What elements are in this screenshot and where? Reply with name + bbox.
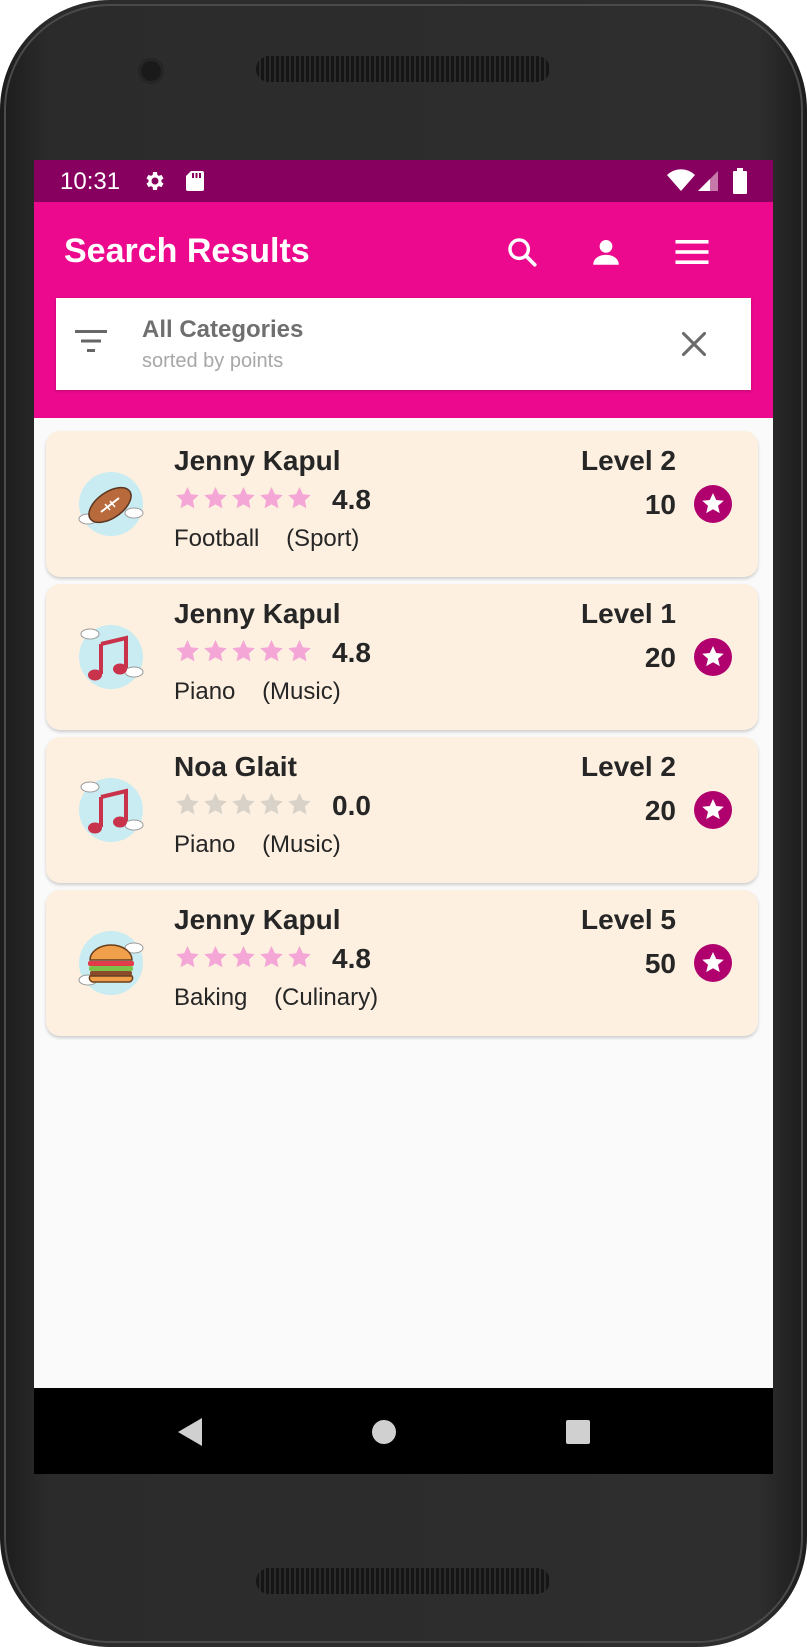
skill-label: Football (Sport): [174, 525, 359, 553]
points-value: 50: [644, 948, 676, 979]
star-empty-icon: [204, 793, 227, 815]
filter-category: All Categories: [142, 316, 304, 343]
user-name: Jenny Kapul: [174, 904, 341, 935]
star-empty-icon: [176, 793, 199, 815]
sd-card-icon: [186, 171, 204, 191]
earpiece-speaker: [256, 56, 550, 82]
skill-category: (Culinary): [274, 984, 379, 1011]
status-bar: 10:31: [34, 160, 773, 202]
skill-category: (Sport): [286, 525, 360, 552]
back-icon: [178, 1418, 202, 1446]
star-filled-icon: [288, 640, 311, 662]
status-time: 10:31: [60, 168, 121, 195]
user-name: Jenny Kapul: [174, 598, 341, 629]
wifi-icon: [667, 169, 695, 191]
page-title: Search Results: [64, 232, 310, 270]
skill-category: (Music): [262, 831, 341, 858]
skill-label: Piano (Music): [174, 831, 341, 859]
signal-icon: [698, 171, 718, 191]
account-icon: [593, 239, 619, 265]
star-filled-icon: [204, 640, 227, 662]
user-name: Jenny Kapul: [174, 445, 341, 476]
menu-icon: [675, 240, 709, 264]
star-rating: [174, 485, 313, 513]
points-value: 10: [644, 489, 676, 520]
level-label: Level 2: [581, 445, 676, 476]
skill-name: Piano: [174, 831, 236, 858]
star-filled-icon: [260, 640, 283, 662]
account-button[interactable]: [580, 226, 632, 278]
front-camera: [138, 58, 164, 84]
points-value: 20: [644, 795, 676, 826]
clear-filter-button[interactable]: [674, 324, 714, 364]
star-rating: [174, 791, 313, 819]
phone-frame: 10:31 Search Results All Categories sort…: [0, 0, 807, 1647]
star-filled-icon: [260, 946, 283, 968]
star-filled-icon: [288, 487, 311, 509]
star-filled-icon: [176, 946, 199, 968]
result-card[interactable]: Jenny Kapul 4.8 Football (Sport) Level 2…: [46, 431, 758, 577]
star-filled-icon: [176, 640, 199, 662]
user-name: Noa Glait: [174, 751, 297, 782]
recents-icon: [566, 1420, 590, 1444]
rating-value: 4.8: [332, 943, 371, 974]
bottom-speaker: [256, 1568, 550, 1594]
close-icon: [681, 331, 707, 357]
skill-name: Baking: [174, 984, 248, 1011]
screen: 10:31 Search Results All Categories sort…: [34, 160, 773, 1474]
skill-name: Piano: [174, 678, 236, 705]
level-label: Level 1: [581, 598, 676, 629]
skill-label: Baking (Culinary): [174, 984, 378, 1012]
recents-button[interactable]: [558, 1412, 598, 1452]
search-icon: [508, 238, 537, 267]
rating-value: 4.8: [332, 637, 371, 668]
level-label: Level 2: [581, 751, 676, 782]
gear-icon: [146, 172, 164, 190]
search-button[interactable]: [496, 226, 548, 278]
points-star-icon: [694, 791, 732, 829]
music-note-icon: [79, 778, 144, 842]
result-card[interactable]: Noa Glait 0.0 Piano (Music) Level 2 20: [46, 737, 758, 883]
points-star-icon: [694, 638, 732, 676]
star-filled-icon: [232, 946, 255, 968]
system-nav-bar: [34, 1388, 773, 1474]
battery-icon: [733, 168, 747, 194]
skill-label: Piano (Music): [174, 678, 341, 706]
star-filled-icon: [204, 946, 227, 968]
skill-category: (Music): [262, 678, 341, 705]
burger-icon: [78, 931, 144, 995]
back-button[interactable]: [170, 1412, 210, 1452]
skill-name: Football: [174, 525, 260, 552]
star-rating: [174, 944, 313, 972]
star-filled-icon: [288, 946, 311, 968]
menu-button[interactable]: [666, 226, 718, 278]
star-filled-icon: [232, 640, 255, 662]
star-filled-icon: [232, 487, 255, 509]
points-star-icon: [694, 485, 732, 523]
app-bar: Search Results All Categories sorted by …: [34, 202, 773, 418]
rating-value: 4.8: [332, 484, 371, 515]
home-icon: [372, 1420, 396, 1444]
football-icon: [78, 472, 144, 536]
filter-bar[interactable]: All Categories sorted by points: [56, 298, 751, 390]
result-card[interactable]: Jenny Kapul 4.8 Piano (Music) Level 1 20: [46, 584, 758, 730]
star-filled-icon: [260, 487, 283, 509]
star-empty-icon: [232, 793, 255, 815]
filter-sort-label: sorted by points: [142, 350, 284, 372]
points-value: 20: [644, 642, 676, 673]
level-label: Level 5: [581, 904, 676, 935]
points-star-icon: [694, 944, 732, 982]
star-empty-icon: [260, 793, 283, 815]
star-rating: [174, 638, 313, 666]
star-empty-icon: [288, 793, 311, 815]
music-note-icon: [79, 625, 144, 689]
filter-icon[interactable]: [74, 328, 108, 354]
star-filled-icon: [204, 487, 227, 509]
star-filled-icon: [176, 487, 199, 509]
rating-value: 0.0: [332, 790, 371, 821]
result-card[interactable]: Jenny Kapul 4.8 Baking (Culinary) Level …: [46, 890, 758, 1036]
home-button[interactable]: [364, 1412, 404, 1452]
